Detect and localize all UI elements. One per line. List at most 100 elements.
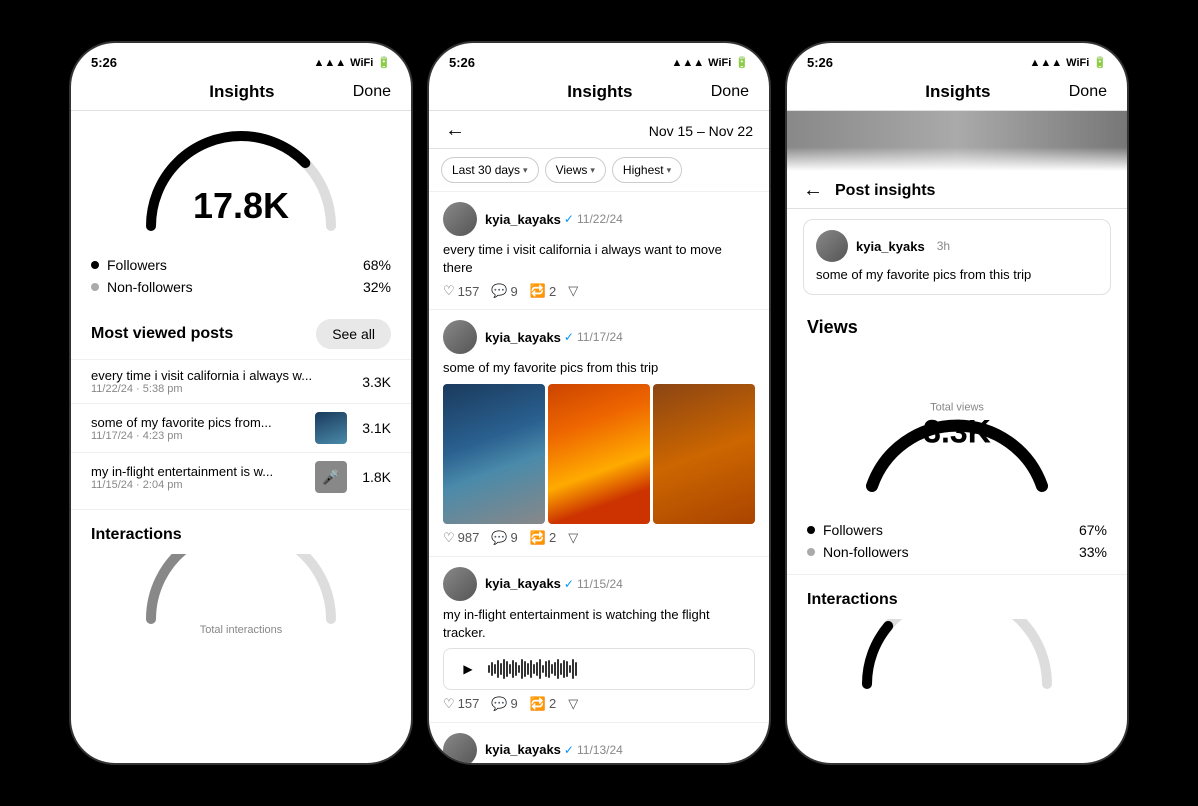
post-row-2[interactable]: my in-flight entertainment is w... 11/15… (71, 452, 411, 501)
nav-done-2[interactable]: Done (711, 83, 749, 101)
status-icons-3: ▲▲▲ WiFi 🔋 (1030, 56, 1108, 69)
heart-icon-2: ♡ (443, 696, 455, 712)
nonfollowers-label: Non-followers (107, 279, 193, 295)
gauge-value-1: 17.8K (193, 185, 289, 227)
most-viewed-header: Most viewed posts See all (71, 301, 411, 359)
postdate-2: 11/15/24 (577, 577, 623, 591)
chevron-days: ▾ (523, 165, 528, 176)
post-date-0: 11/22/24 · 5:38 pm (91, 383, 355, 395)
waveform (488, 657, 742, 681)
dot-nonfollowers-3 (807, 548, 815, 556)
filter-views[interactable]: Views ▾ (545, 157, 606, 183)
actions-1: ♡987 💬9 🔁2 ▽ (443, 530, 755, 546)
total-views-value: 3.3K (923, 414, 991, 451)
followers-pct-3: 67% (1079, 522, 1107, 538)
filter-days[interactable]: Last 30 days ▾ (441, 157, 539, 183)
post-count-2: 1.8K (355, 469, 391, 485)
verified-2: ✓ (564, 577, 574, 591)
battery-icon: 🔋 (377, 56, 391, 69)
nonfollowers-label-3: Non-followers (823, 544, 909, 560)
post-title-2: my in-flight entertainment is w... (91, 464, 307, 479)
nav-done-3[interactable]: Done (1069, 83, 1107, 101)
post-row-1[interactable]: some of my favorite pics from... 11/17/2… (71, 403, 411, 452)
filters-row: Last 30 days ▾ Views ▾ Highest ▾ (429, 149, 769, 192)
see-all-button[interactable]: See all (316, 319, 391, 349)
image-flowers (548, 384, 650, 524)
nav-bar-3: Insights Done (787, 74, 1127, 111)
followers-pct: 68% (363, 257, 391, 273)
gauge-1: 17.8K (71, 111, 411, 241)
avatar-3 (443, 733, 477, 763)
post-count-0: 3.3K (355, 374, 391, 390)
post-date-1: 11/17/24 · 4:23 pm (91, 430, 307, 442)
username-2: kyia_kayaks (485, 576, 561, 591)
nav-bar-1: Insights Done (71, 74, 411, 111)
legend-item-nonfollowers: Non-followers 32% (91, 279, 391, 295)
post-info-2: my in-flight entertainment is w... 11/15… (91, 464, 307, 491)
filter-highest[interactable]: Highest ▾ (612, 157, 682, 183)
repost-icon-2: 🔁 (530, 696, 546, 712)
wifi-icon-2: WiFi (708, 57, 731, 69)
post-info-0: every time i visit california i always w… (91, 368, 355, 395)
time-3: 5:26 (807, 55, 833, 70)
feed-scroll[interactable]: kyia_kayaks ✓ 11/22/24 every time i visi… (429, 192, 769, 763)
image-dark (653, 384, 755, 524)
time-1: 5:26 (91, 55, 117, 70)
p2-sub-nav: ← Nov 15 – Nov 22 (429, 111, 769, 149)
views-section: Views Total views 3.3K (787, 305, 1127, 506)
caption-0: every time i visit california i always w… (443, 241, 755, 277)
heart-icon-0: ♡ (443, 283, 455, 299)
phone-3: 5:26 ▲▲▲ WiFi 🔋 Insights Done ← Post ins… (787, 43, 1127, 763)
dot-followers-3 (807, 526, 815, 534)
nav-done-1[interactable]: Done (353, 83, 391, 101)
interactions-section-1: Interactions Total interactions (71, 509, 411, 644)
repost-icon-0: 🔁 (530, 283, 546, 299)
signal-icon: ▲▲▲ (314, 57, 347, 69)
big-gauge: Total views 3.3K (807, 346, 1107, 506)
nav-title-2: Insights (567, 82, 632, 102)
avatar-0 (443, 202, 477, 236)
post-thumb-2: 🎤 (315, 461, 347, 493)
interactions-gauge-3 (807, 619, 1107, 689)
avatar-2 (443, 567, 477, 601)
actions-2: ♡157 💬9 🔁2 ▽ (443, 696, 755, 712)
feed-post-2: kyia_kayaks ✓ 11/15/24 my in-flight ente… (429, 557, 769, 723)
legend-item-followers-3: Followers 67% (807, 522, 1107, 538)
views-title: Views (807, 317, 1107, 338)
nonfollowers-pct: 32% (363, 279, 391, 295)
status-bar-2: 5:26 ▲▲▲ WiFi 🔋 (429, 43, 769, 74)
followers-label: Followers (107, 257, 167, 273)
interactions-gauge (91, 554, 391, 624)
postdate-1: 11/17/24 (577, 330, 623, 344)
ppc-caption: some of my favorite pics from this trip (816, 266, 1098, 284)
verified-1: ✓ (564, 330, 574, 344)
postdate-0: 11/22/24 (577, 212, 623, 226)
top-image-strip (787, 111, 1127, 171)
comment-icon-0: 💬 (491, 283, 507, 299)
post-images-1 (443, 384, 755, 524)
status-bar-3: 5:26 ▲▲▲ WiFi 🔋 (787, 43, 1127, 74)
play-button[interactable]: ▶ (456, 657, 480, 681)
back-arrow-2[interactable]: ← (445, 119, 465, 142)
username-0: kyia_kayaks (485, 212, 561, 227)
post-title-1: some of my favorite pics from... (91, 415, 307, 430)
battery-icon-2: 🔋 (735, 56, 749, 69)
post-count-1: 3.1K (355, 420, 391, 436)
audio-player[interactable]: ▶ (443, 648, 755, 690)
post-thumb-1 (315, 412, 347, 444)
interactions-title-1: Interactions (91, 526, 391, 544)
dot-followers (91, 261, 99, 269)
caption-1: some of my favorite pics from this trip (443, 359, 755, 377)
date-range: Nov 15 – Nov 22 (649, 123, 753, 139)
ppc-time: 3h (937, 239, 950, 253)
signal-icon-3: ▲▲▲ (1030, 57, 1063, 69)
feed-post-0: kyia_kayaks ✓ 11/22/24 every time i visi… (429, 192, 769, 310)
verified-0: ✓ (564, 212, 574, 226)
image-ocean (443, 384, 545, 524)
gauge-center-text: Total views 3.3K (923, 402, 991, 451)
back-arrow-3[interactable]: ← (803, 179, 823, 202)
post-row-0[interactable]: every time i visit california i always w… (71, 359, 411, 403)
battery-icon-3: 🔋 (1093, 56, 1107, 69)
username-3: kyia_kayaks (485, 742, 561, 757)
followers-label-3: Followers (823, 522, 883, 538)
